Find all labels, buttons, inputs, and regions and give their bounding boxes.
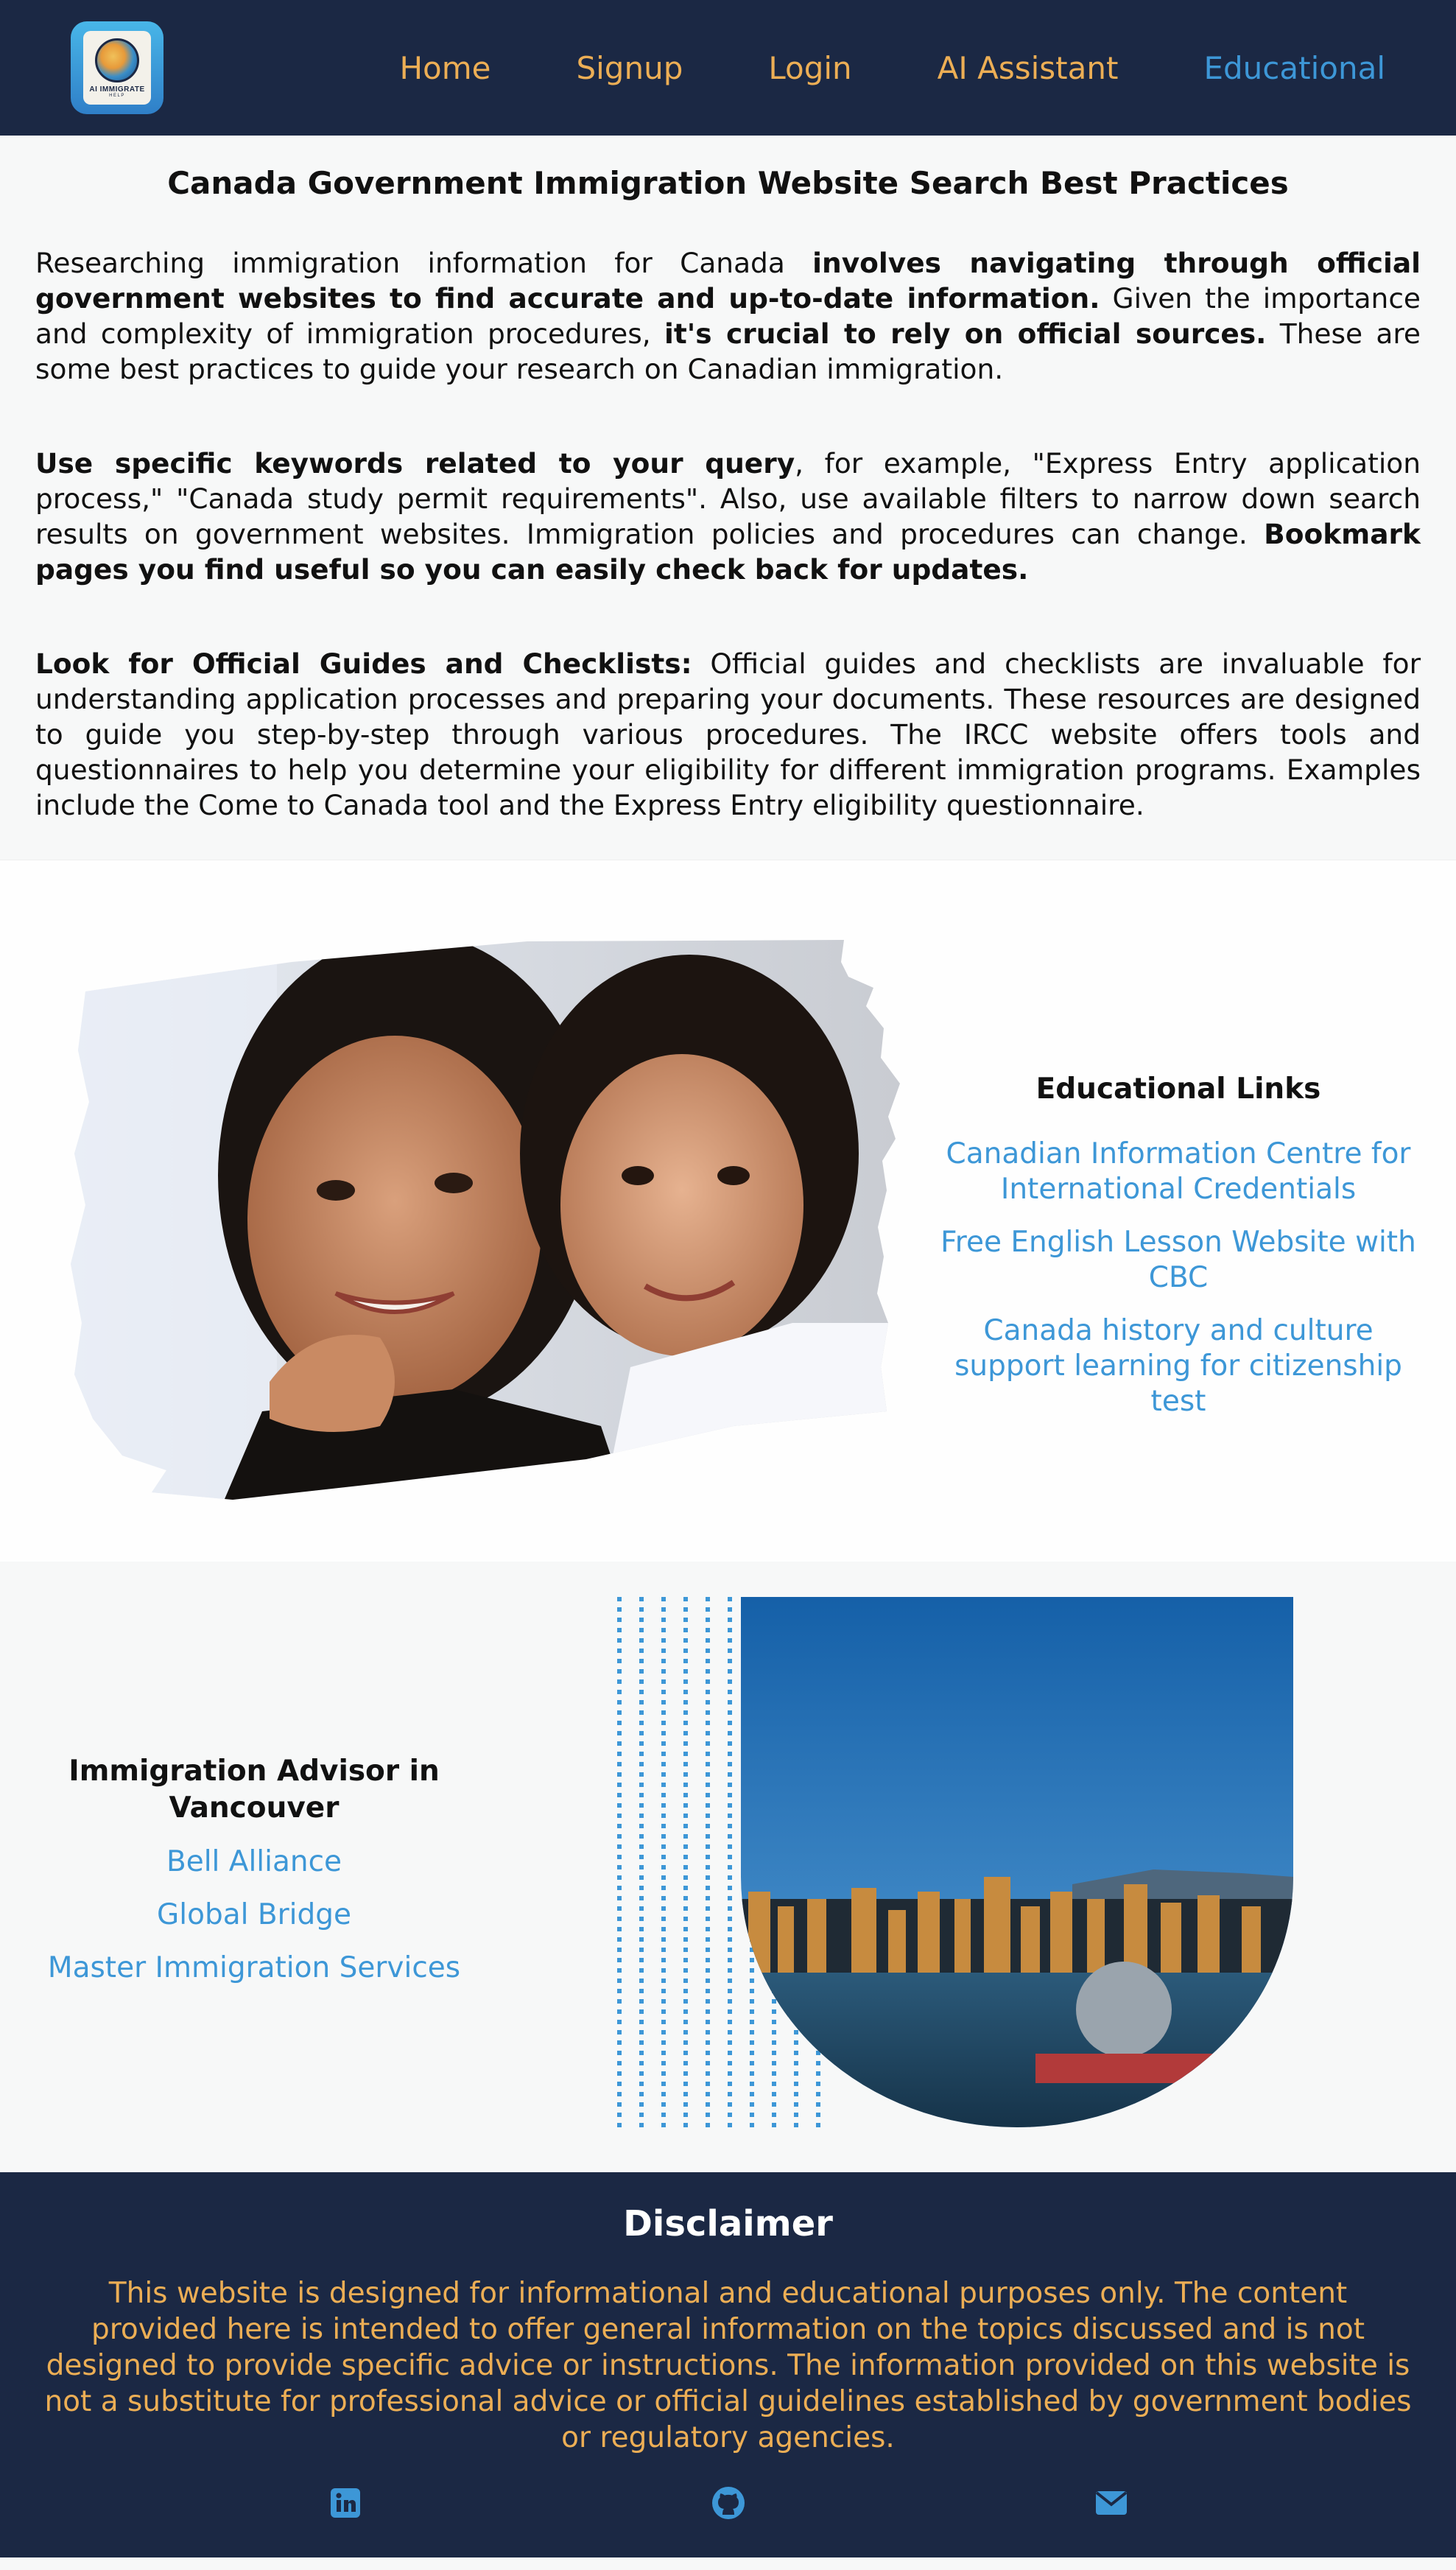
guides-bold: Look for Official Guides and Checklists: bbox=[35, 647, 692, 680]
disclaimer-title: Disclaimer bbox=[623, 2203, 833, 2244]
nav-link-login[interactable]: Login bbox=[768, 50, 851, 86]
site-logo[interactable]: AI IMMIGRATE HELP bbox=[71, 21, 163, 114]
best-practices-section: Canada Government Immigration Website Se… bbox=[0, 136, 1456, 860]
intro-bold-2: it's crucial to rely on official sources… bbox=[664, 317, 1267, 350]
advisor-list: Immigration Advisor in Vancouver Bell Al… bbox=[35, 1753, 473, 2004]
educational-links-title: Educational Links bbox=[1035, 1072, 1321, 1106]
nav-link-home[interactable]: Home bbox=[399, 50, 490, 86]
link-cbc-english[interactable]: Free English Lesson Website with CBC bbox=[937, 1225, 1420, 1296]
link-credentials-centre[interactable]: Canadian Information Centre for Internat… bbox=[937, 1137, 1420, 1207]
educational-links: Educational Links Canadian Information C… bbox=[937, 1072, 1420, 1437]
linkedin-icon[interactable] bbox=[323, 2485, 367, 2529]
nav-link-ai-assistant[interactable]: AI Assistant bbox=[938, 50, 1119, 86]
logo-subtext: HELP bbox=[109, 93, 125, 98]
advisor-title: Immigration Advisor in Vancouver bbox=[68, 1755, 440, 1825]
vancouver-skyline-photo bbox=[741, 1597, 1293, 2127]
link-citizenship-study[interactable]: Canada history and culture support learn… bbox=[937, 1313, 1420, 1419]
footer: Disclaimer This website is designed for … bbox=[0, 2172, 1456, 2557]
top-navbar: AI IMMIGRATE HELP Home Signup Login AI A… bbox=[0, 0, 1456, 136]
logo-text: AI IMMIGRATE bbox=[89, 85, 145, 94]
page-title: Canada Government Immigration Website Se… bbox=[167, 165, 1289, 201]
mother-daughter-photo bbox=[71, 940, 900, 1500]
nav-link-educational[interactable]: Educational bbox=[1203, 50, 1385, 86]
keywords-paragraph: Use specific keywords related to your qu… bbox=[35, 446, 1421, 587]
globe-icon bbox=[95, 38, 139, 82]
educational-links-section: Educational Links Canadian Information C… bbox=[0, 860, 1456, 1562]
intro-paragraph: Researching immigration information for … bbox=[35, 245, 1421, 387]
intro-text-1: Researching immigration information for … bbox=[35, 247, 813, 279]
nav-links: Home Signup Login AI Assistant Education… bbox=[314, 0, 1385, 136]
guides-paragraph: Look for Official Guides and Checklists:… bbox=[35, 646, 1421, 823]
github-icon[interactable] bbox=[706, 2485, 750, 2529]
link-bell-alliance[interactable]: Bell Alliance bbox=[35, 1844, 473, 1880]
social-links bbox=[0, 2485, 1456, 2529]
link-master-immigration[interactable]: Master Immigration Services bbox=[35, 1951, 473, 1986]
advisor-section: Immigration Advisor in Vancouver Bell Al… bbox=[0, 1562, 1456, 2172]
link-global-bridge[interactable]: Global Bridge bbox=[35, 1897, 473, 1933]
keywords-bold-1: Use specific keywords related to your qu… bbox=[35, 447, 795, 480]
envelope-icon[interactable] bbox=[1089, 2485, 1133, 2529]
logo-badge: AI IMMIGRATE HELP bbox=[83, 31, 151, 105]
nav-link-signup[interactable]: Signup bbox=[576, 50, 683, 86]
disclaimer-text: This website is designed for information… bbox=[44, 2277, 1412, 2454]
